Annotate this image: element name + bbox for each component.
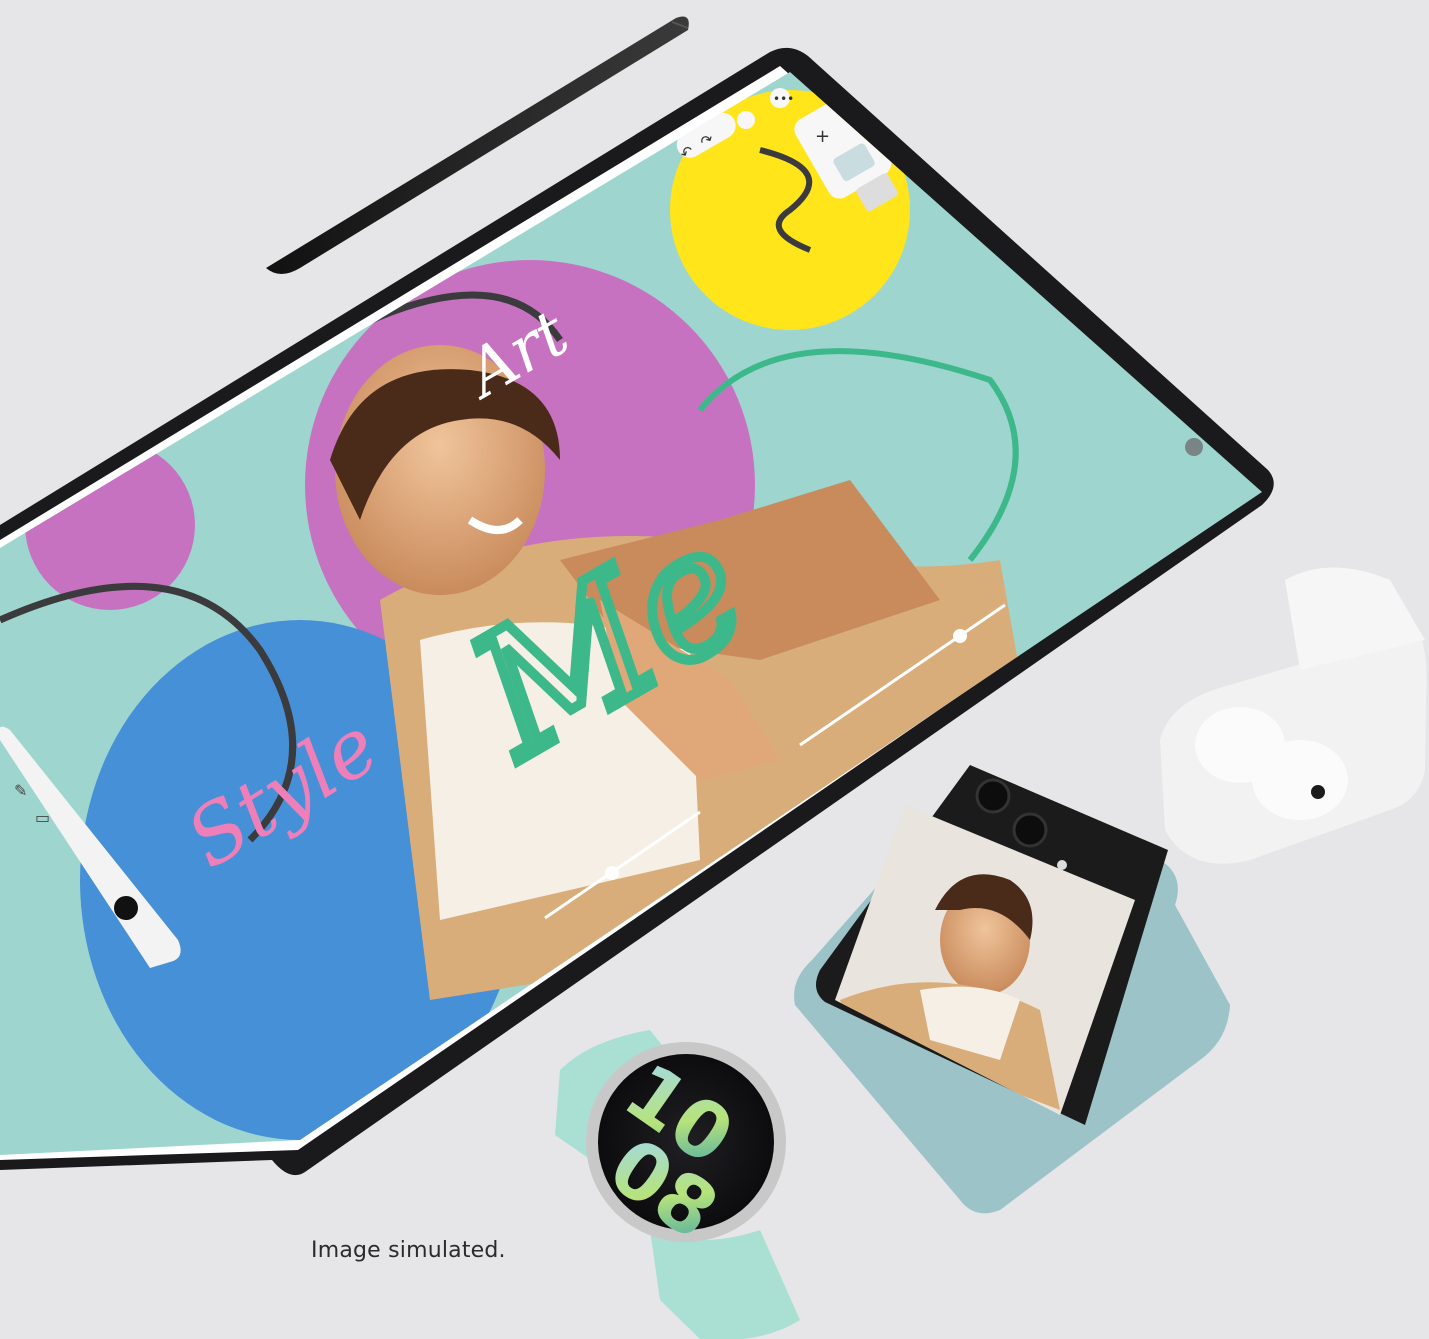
flip-phone — [794, 765, 1230, 1214]
color-swatch[interactable] — [114, 896, 138, 920]
flash — [1057, 860, 1067, 870]
slider-knob-1[interactable] — [953, 629, 967, 643]
eraser-icon[interactable]: ▭ — [35, 810, 50, 827]
image-simulated-caption: Image simulated. — [311, 1238, 506, 1263]
earbuds-case — [1160, 567, 1427, 864]
camera-lens-2 — [1012, 812, 1048, 848]
smartwatch: 10 08 — [555, 1030, 800, 1339]
slider-knob-2[interactable] — [605, 866, 619, 880]
camera-lens-1 — [975, 778, 1011, 814]
svg-text:•••: ••• — [773, 92, 794, 106]
plus-icon[interactable]: + — [815, 126, 830, 147]
tablet-status-dot — [1185, 438, 1203, 456]
pen-icon[interactable]: ✎ — [14, 783, 27, 800]
product-scene: Art Style Me ↶ ↷ ••• + ✎ ▭ 10 08 — [0, 16, 1427, 1339]
layer-icon[interactable] — [737, 111, 755, 129]
